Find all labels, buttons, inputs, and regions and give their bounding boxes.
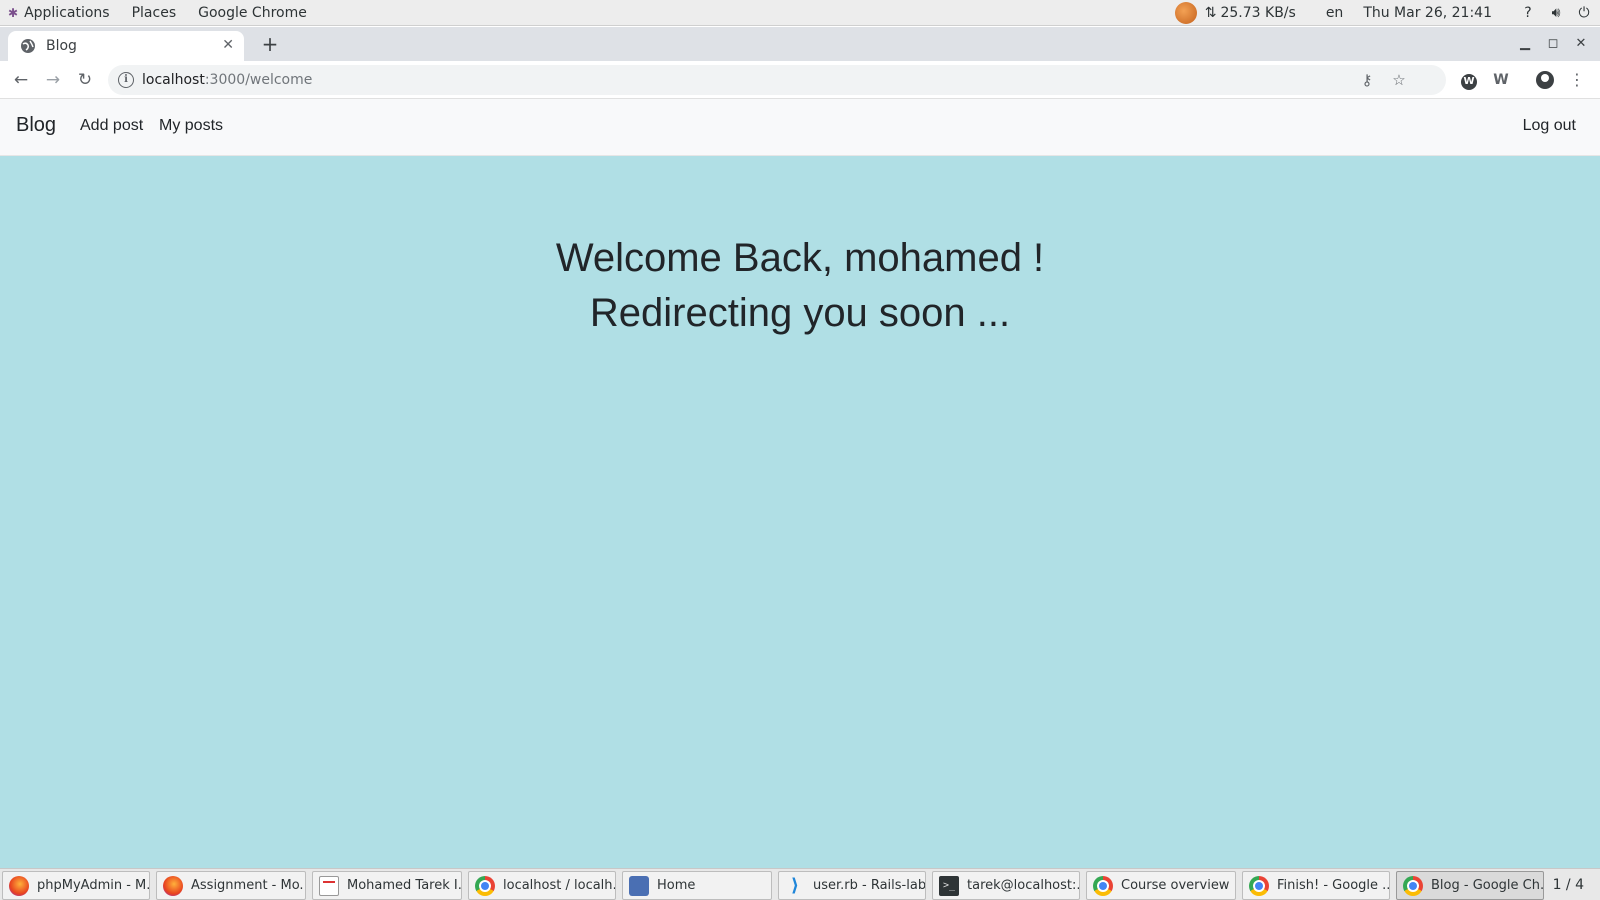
profile-icon[interactable] [1532,67,1558,93]
vscode-icon: ⟩ [790,874,800,896]
task-blog[interactable]: Blog - Google Ch... [1396,871,1544,900]
tab-blog[interactable]: Blog ✕ [8,31,244,61]
firefox-icon [9,875,29,896]
workspace-indicator[interactable]: 1 / 4 [1544,873,1592,897]
task-assignment[interactable]: Assignment - Mo... [156,871,306,900]
help-icon[interactable]: ? [1516,5,1540,21]
chrome-icon [1093,875,1113,896]
bookmark-star-icon[interactable]: ☆ [1386,67,1412,93]
url-host: localhost [142,72,205,88]
task-home[interactable]: Home [622,871,772,900]
task-label: phpMyAdmin - M... [37,878,150,893]
network-monitor-icon[interactable] [1174,1,1197,24]
brand-link[interactable]: Blog [16,114,56,137]
top-menu: ✱ Applications Places Google Chrome [0,0,318,25]
task-terminal[interactable]: >_ tarek@localhost:... [932,871,1080,900]
extension-w-circle-icon[interactable]: W [1456,67,1482,93]
app-menu-chrome[interactable]: Google Chrome [187,0,318,25]
places-menu[interactable]: Places [121,0,188,25]
tab-strip: Blog ✕ + ▁ ◻ ✕ [0,27,1600,61]
task-vscode[interactable]: ⟩ user.rb - Rails-lab... [778,871,926,900]
log-out-link[interactable]: Log out [1523,117,1576,135]
system-tray: ⇅ 25.73 KB/s en Thu Mar 26, 21:41 ? 🔊︎ ⏻ [1174,0,1600,25]
key-icon[interactable]: ⚷ [1354,67,1380,93]
document-icon [319,875,339,896]
back-icon[interactable]: ← [8,67,34,93]
my-posts-link[interactable]: My posts [159,117,223,135]
task-label: localhost / localh... [503,878,616,893]
maximize-icon[interactable]: ◻ [1538,31,1568,57]
chrome-menu-icon[interactable]: ⋮ [1564,67,1590,93]
url-path: :3000/welcome [204,72,313,88]
task-label: Home [657,878,696,893]
task-finish[interactable]: Finish! - Google ... [1242,871,1390,900]
network-speed: 25.73 KB/s [1220,4,1296,21]
volume-icon[interactable]: 🔊︎ [1544,5,1568,21]
forward-icon[interactable]: → [40,67,66,93]
task-document[interactable]: Mohamed Tarek I... [312,871,462,900]
info-icon[interactable]: i [118,72,134,88]
tab-title: Blog [46,38,77,54]
globe-icon [21,39,35,53]
task-label: Course overview ... [1121,878,1236,893]
applications-menu[interactable]: Applications [13,0,121,25]
redirect-message: Redirecting you soon ... [589,291,1011,335]
new-tab-button[interactable]: + [258,31,282,57]
site-navbar: Blog Add post My posts Log out [0,99,1600,156]
add-post-link[interactable]: Add post [80,117,143,135]
page-content: Welcome Back, mohamed ! Redirecting you … [0,156,1600,868]
chrome-icon [1403,875,1423,896]
chrome-icon [475,875,495,896]
close-window-icon[interactable]: ✕ [1566,31,1596,57]
welcome-message: Welcome Back, mohamed ! [555,236,1045,280]
task-label: Finish! - Google ... [1277,878,1390,893]
minimize-icon[interactable]: ▁ [1510,31,1540,57]
taskbar: phpMyAdmin - M... Assignment - Mo... Moh… [0,868,1600,900]
terminal-icon: >_ [939,875,959,896]
reload-icon[interactable]: ↻ [72,67,98,93]
task-label: Assignment - Mo... [191,878,306,893]
browser-toolbar: ← → ↻ i localhost:3000/welcome ⚷ ☆ W W ⋮ [0,61,1600,99]
task-localhost[interactable]: localhost / localh... [468,871,616,900]
task-label: user.rb - Rails-lab... [813,878,926,893]
power-icon[interactable]: ⏻ [1572,5,1596,21]
close-icon[interactable]: ✕ [222,37,234,53]
system-top-bar: ✱ Applications Places Google Chrome ⇅ 25… [0,0,1600,26]
clock[interactable]: Thu Mar 26, 21:41 [1363,5,1492,21]
net-arrows-icon: ⇅ [1204,4,1217,21]
task-course-overview[interactable]: Course overview ... [1086,871,1236,900]
firefox-icon [163,875,183,896]
chrome-icon [1249,875,1269,896]
task-label: Mohamed Tarek I... [347,878,462,893]
task-label: Blog - Google Ch... [1431,878,1544,893]
extension-w-icon[interactable]: W [1488,67,1514,93]
keyboard-language[interactable]: en [1326,5,1344,21]
task-phpmyadmin[interactable]: phpMyAdmin - M... [2,871,150,900]
address-bar[interactable]: i localhost:3000/welcome ⚷ ☆ [108,65,1446,95]
files-icon [629,875,649,896]
task-label: tarek@localhost:... [967,878,1080,893]
